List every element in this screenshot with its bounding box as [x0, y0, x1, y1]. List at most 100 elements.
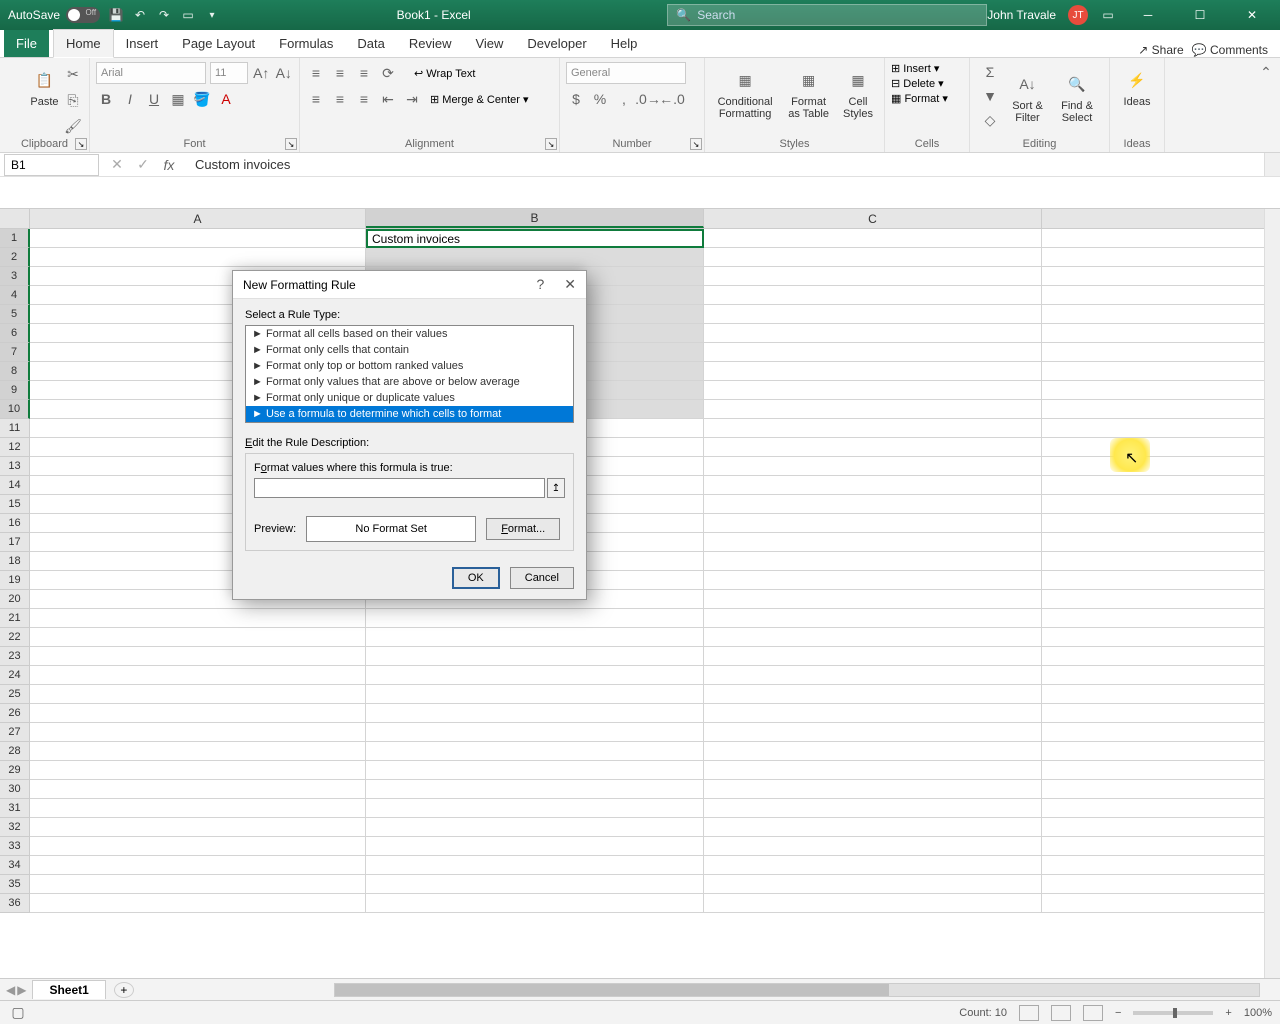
font-name-input[interactable] — [96, 62, 206, 84]
cell[interactable] — [1042, 343, 1280, 362]
cell[interactable] — [704, 248, 1042, 267]
ideas-button[interactable]: ⚡Ideas — [1116, 60, 1158, 112]
row-header[interactable]: 24 — [0, 666, 30, 685]
cell[interactable] — [704, 799, 1042, 818]
format-cells-button[interactable]: ▦ Format ▾ — [891, 92, 963, 105]
align-center-icon[interactable]: ≡ — [330, 89, 350, 109]
cell[interactable] — [366, 799, 704, 818]
cell[interactable] — [1042, 286, 1280, 305]
cell[interactable] — [1042, 438, 1280, 457]
fill-color-icon[interactable]: 🪣 — [192, 89, 212, 109]
cell[interactable] — [1042, 647, 1280, 666]
row-header[interactable]: 5 — [0, 305, 30, 324]
cell[interactable] — [1042, 571, 1280, 590]
zoom-out-button[interactable]: − — [1115, 1007, 1121, 1019]
decrease-decimal-icon[interactable]: ←.0 — [662, 89, 682, 109]
comma-icon[interactable]: , — [614, 89, 634, 109]
undo-icon[interactable]: ↶ — [132, 7, 148, 23]
tab-data[interactable]: Data — [345, 30, 396, 57]
row-header[interactable]: 12 — [0, 438, 30, 457]
cell[interactable] — [30, 704, 366, 723]
row-header[interactable]: 33 — [0, 837, 30, 856]
number-format-input[interactable] — [566, 62, 686, 84]
format-as-table-button[interactable]: ▦Format as Table — [783, 60, 834, 124]
rule-type-item[interactable]: ► Format only top or bottom ranked value… — [246, 358, 573, 374]
cell-styles-button[interactable]: ▦Cell Styles — [838, 60, 878, 124]
dialog-help-button[interactable]: ? — [536, 276, 544, 293]
cut-icon[interactable]: ✂ — [63, 64, 83, 84]
horizontal-scrollbar[interactable] — [334, 983, 1260, 997]
cell[interactable] — [366, 894, 704, 913]
cell[interactable] — [704, 666, 1042, 685]
indent-decrease-icon[interactable]: ⇤ — [378, 89, 398, 109]
orientation-icon[interactable]: ⟳ — [378, 63, 398, 83]
rule-type-item[interactable]: ► Use a formula to determine which cells… — [246, 406, 573, 422]
cell[interactable] — [704, 381, 1042, 400]
row-header[interactable]: 14 — [0, 476, 30, 495]
save-icon[interactable]: 💾 — [108, 7, 124, 23]
rule-type-item[interactable]: ► Format all cells based on their values — [246, 326, 573, 342]
cell[interactable] — [30, 818, 366, 837]
autosum-icon[interactable]: Σ — [980, 62, 1000, 82]
cell[interactable] — [366, 685, 704, 704]
cell[interactable] — [704, 628, 1042, 647]
align-left-icon[interactable]: ≡ — [306, 89, 326, 109]
italic-icon[interactable]: I — [120, 89, 140, 109]
cell[interactable] — [1042, 476, 1280, 495]
sheet-tab-active[interactable]: Sheet1 — [32, 980, 105, 999]
zoom-in-button[interactable]: + — [1225, 1007, 1231, 1019]
cell[interactable] — [704, 514, 1042, 533]
cell[interactable] — [704, 856, 1042, 875]
cell[interactable] — [1042, 837, 1280, 856]
cell[interactable] — [30, 761, 366, 780]
collapse-ribbon-icon[interactable]: ⌃ — [1256, 62, 1276, 82]
row-header[interactable]: 11 — [0, 419, 30, 438]
cell[interactable] — [1042, 324, 1280, 343]
sheet-nav-prev-icon[interactable]: ◀ — [6, 983, 15, 997]
cell[interactable] — [704, 647, 1042, 666]
cell[interactable] — [30, 248, 366, 267]
cell[interactable] — [366, 647, 704, 666]
row-header[interactable]: 22 — [0, 628, 30, 647]
select-all-corner[interactable] — [0, 209, 30, 228]
cell[interactable] — [30, 609, 366, 628]
record-macro-icon[interactable]: ▢ — [8, 1003, 28, 1023]
clipboard-launcher[interactable]: ↘ — [75, 138, 87, 150]
cell[interactable] — [704, 324, 1042, 343]
cell[interactable] — [1042, 894, 1280, 913]
cell[interactable] — [30, 229, 366, 248]
rule-type-list[interactable]: ► Format all cells based on their values… — [245, 325, 574, 423]
tab-developer[interactable]: Developer — [515, 30, 598, 57]
tab-home[interactable]: Home — [53, 29, 114, 58]
cell[interactable] — [704, 761, 1042, 780]
zoom-level[interactable]: 100% — [1244, 1007, 1272, 1019]
cell[interactable] — [704, 590, 1042, 609]
row-header[interactable]: 18 — [0, 552, 30, 571]
cell[interactable] — [30, 647, 366, 666]
cell[interactable] — [704, 457, 1042, 476]
row-header[interactable]: 29 — [0, 761, 30, 780]
search-bar[interactable]: 🔍 Search — [667, 4, 987, 26]
cell[interactable] — [1042, 704, 1280, 723]
name-box[interactable]: B1 — [4, 154, 99, 176]
font-color-icon[interactable]: A — [216, 89, 236, 109]
row-header[interactable]: 9 — [0, 381, 30, 400]
add-sheet-button[interactable]: + — [114, 982, 134, 998]
cell[interactable] — [704, 818, 1042, 837]
formula-input[interactable]: Custom invoices — [187, 154, 1264, 176]
find-select-button[interactable]: 🔍Find & Select — [1051, 60, 1103, 132]
ribbon-mode-icon[interactable]: ▭ — [1100, 7, 1116, 23]
close-button[interactable]: ✕ — [1232, 0, 1272, 30]
currency-icon[interactable]: $ — [566, 89, 586, 109]
cell[interactable] — [1042, 780, 1280, 799]
qat-icon[interactable]: ▭ — [180, 7, 196, 23]
row-header[interactable]: 7 — [0, 343, 30, 362]
cell[interactable] — [366, 628, 704, 647]
cell[interactable] — [1042, 267, 1280, 286]
cell[interactable] — [30, 685, 366, 704]
cell[interactable] — [366, 723, 704, 742]
number-launcher[interactable]: ↘ — [690, 138, 702, 150]
cell[interactable] — [1042, 799, 1280, 818]
cell[interactable] — [704, 894, 1042, 913]
cell[interactable] — [1042, 305, 1280, 324]
